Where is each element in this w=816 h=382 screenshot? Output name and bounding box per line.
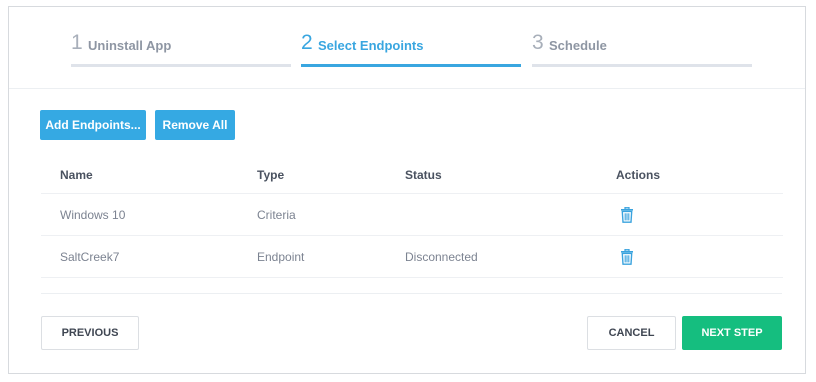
cell-actions	[597, 193, 783, 236]
step-number: 3	[532, 31, 544, 54]
add-endpoints-button[interactable]: Add Endpoints...	[40, 110, 146, 140]
footer-divider	[41, 293, 782, 294]
step-progress-bar	[301, 64, 521, 67]
next-step-button[interactable]: NEXT STEP	[682, 316, 782, 350]
step-uninstall-app[interactable]: 1 Uninstall App	[71, 31, 291, 71]
column-header-name[interactable]: Name	[41, 157, 238, 194]
step-progress-bar	[532, 64, 752, 67]
cell-actions	[597, 235, 783, 278]
column-header-type[interactable]: Type	[238, 157, 386, 194]
cell-name: SaltCreek7	[41, 235, 238, 278]
wizard-card: 1 Uninstall App 2 Select Endpoints 3 Sch…	[8, 6, 806, 374]
previous-button[interactable]: PREVIOUS	[41, 316, 139, 350]
cell-type: Endpoint	[238, 235, 386, 278]
table-row: Windows 10 Criteria	[41, 193, 783, 236]
cell-status	[386, 193, 597, 236]
step-label: Select Endpoints	[318, 38, 424, 53]
step-progress-bar	[71, 64, 291, 67]
cell-name: Windows 10	[41, 193, 238, 236]
wizard-stepper: 1 Uninstall App 2 Select Endpoints 3 Sch…	[71, 31, 753, 75]
step-schedule[interactable]: 3 Schedule	[532, 31, 752, 71]
cancel-button[interactable]: CANCEL	[587, 316, 676, 350]
table-row: SaltCreek7 Endpoint Disconnected	[41, 235, 783, 278]
step-label: Schedule	[549, 38, 607, 53]
trash-icon[interactable]	[620, 248, 634, 265]
cell-status: Disconnected	[386, 235, 597, 278]
column-header-actions: Actions	[597, 157, 783, 194]
step-number: 1	[71, 31, 83, 54]
header-divider	[9, 88, 805, 89]
trash-icon[interactable]	[620, 206, 634, 223]
cell-type: Criteria	[238, 193, 386, 236]
column-header-status[interactable]: Status	[386, 157, 597, 194]
remove-all-button[interactable]: Remove All	[155, 110, 235, 140]
endpoints-table: Name Type Status Actions Windows 10 Crit…	[41, 157, 783, 278]
step-number: 2	[301, 31, 313, 54]
step-label: Uninstall App	[88, 38, 172, 53]
table-header-row: Name Type Status Actions	[41, 157, 783, 194]
step-select-endpoints[interactable]: 2 Select Endpoints	[301, 31, 521, 71]
